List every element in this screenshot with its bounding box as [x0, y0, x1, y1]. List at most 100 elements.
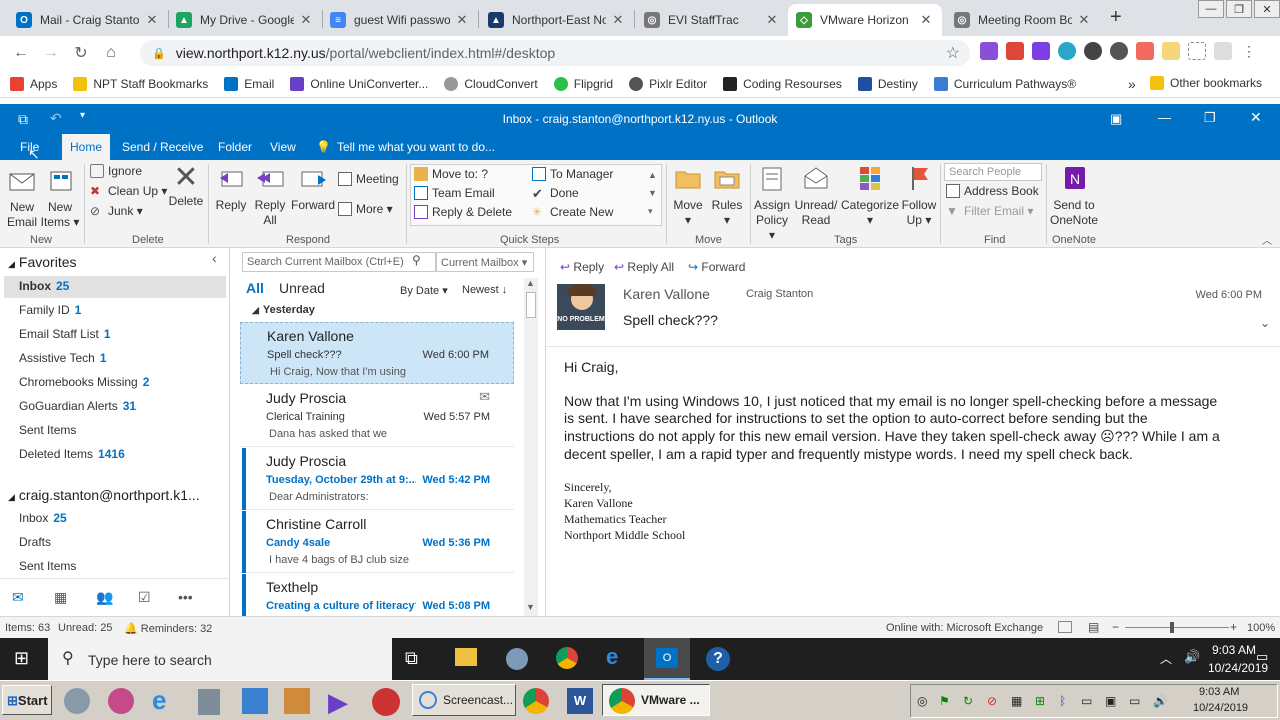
extension-icon[interactable]	[1136, 42, 1154, 60]
bookmark-apps[interactable]: Apps	[10, 76, 57, 91]
reading-view-icon[interactable]: ▤	[1088, 620, 1099, 634]
ie-icon[interactable]: e	[152, 685, 166, 716]
group-header-yesterday[interactable]: ◢ Yesterday	[252, 304, 315, 316]
qr-extension-icon[interactable]	[1214, 42, 1232, 60]
tray-icon[interactable]: ⊞	[1035, 694, 1045, 708]
bookmark-star-icon[interactable]: ☆	[946, 43, 960, 63]
collapse-pane-icon[interactable]: ‹	[212, 250, 217, 266]
rules-button[interactable]: Rules ▾	[708, 164, 746, 228]
account-folder-inbox[interactable]: Inbox 25	[19, 511, 67, 525]
new-items-button[interactable]: New Items ▾	[40, 166, 80, 230]
network-icon[interactable]: ▣	[1105, 694, 1116, 708]
filter-email-button[interactable]: ▼ Filter Email ▾	[946, 204, 1033, 218]
tab-folder[interactable]: Folder	[210, 134, 260, 160]
zoom-out-icon[interactable]: −	[1112, 620, 1119, 634]
bookmark-pixlr[interactable]: Pixlr Editor	[629, 76, 707, 91]
status-reminders[interactable]: 🔔 Reminders: 32	[124, 622, 212, 635]
bookmark-uniconverter[interactable]: Online UniConverter...	[290, 76, 428, 91]
folder-family-id[interactable]: Family ID 1	[19, 303, 81, 317]
tray-icon[interactable]: ▦	[1011, 694, 1022, 708]
close-tab-icon[interactable]: ✕	[454, 12, 470, 28]
bookmark-email[interactable]: Email	[224, 76, 274, 91]
screencast-taskbar-button[interactable]: Screencast...	[412, 684, 516, 716]
media-icon[interactable]: ▶	[328, 687, 348, 718]
categorize-button[interactable]: Categorize ▾	[840, 164, 900, 228]
reload-icon[interactable]: ↻	[66, 43, 96, 63]
host-clock-date[interactable]: 10/24/2019	[1193, 702, 1248, 714]
address-bar[interactable]: 🔒 view.northport.k12.ny.us/portal/webcli…	[140, 40, 970, 66]
close-tab-icon[interactable]: ✕	[1076, 12, 1092, 28]
windows-start-icon[interactable]: ⊞	[14, 648, 29, 669]
show-hidden-icons[interactable]: ︿	[1160, 650, 1172, 667]
help-icon[interactable]: ?	[706, 647, 730, 671]
browser-tab[interactable]: ◎ EVI StaffTrac ✕	[636, 4, 788, 36]
ie-icon[interactable]: e	[606, 644, 618, 670]
customize-toolbar-icon[interactable]: ▾	[80, 110, 85, 121]
host-clock-time[interactable]: 9:03 AM	[1199, 686, 1239, 698]
start-button[interactable]: ⊞Start	[2, 685, 52, 715]
tray-icon[interactable]: ◎	[917, 694, 927, 708]
move-button[interactable]: Move ▾	[670, 164, 706, 228]
reply-button[interactable]: Reply	[212, 164, 250, 213]
snipping-tool-icon[interactable]	[506, 648, 528, 670]
reply-all-button[interactable]: Reply All	[250, 164, 290, 228]
notepad-icon[interactable]	[242, 688, 268, 714]
collapse-ribbon-icon[interactable]: ︿	[1262, 232, 1272, 247]
folder-email-staff-list[interactable]: Email Staff List 1	[19, 327, 111, 341]
folder-chromebooks-missing[interactable]: Chromebooks Missing 2	[19, 375, 149, 389]
search-mailbox-input[interactable]: Search Current Mailbox (Ctrl+E)	[242, 252, 436, 272]
tray-icon[interactable]: ▭	[1129, 694, 1140, 708]
filter-unread[interactable]: Unread	[279, 280, 325, 296]
zoom-level[interactable]: 100%	[1247, 622, 1275, 634]
forward-button[interactable]: Forward	[290, 164, 336, 213]
notifications-icon[interactable]: ▭	[1256, 649, 1268, 665]
ribbon-display-icon[interactable]: ▣	[1110, 111, 1122, 127]
reading-forward-button[interactable]: ↪ Forward	[688, 260, 745, 274]
quick-step-create-new[interactable]: ✳ Create New	[532, 205, 613, 219]
other-bookmarks[interactable]: Other bookmarks	[1150, 76, 1262, 90]
browser-tab-active[interactable]: ◇ VMware Horizon ✕	[788, 4, 942, 36]
people-icon[interactable]: 👥	[96, 589, 113, 606]
reading-reply-button[interactable]: ↩ Reply	[560, 260, 604, 274]
close-tab-icon[interactable]: ✕	[298, 12, 314, 28]
bookmark-destiny[interactable]: Destiny	[857, 76, 918, 91]
search-scope-dropdown[interactable]: Current Mailbox ▾	[436, 252, 534, 272]
bookmark-npt-staff[interactable]: NPT Staff Bookmarks	[73, 76, 208, 91]
app-icon[interactable]	[284, 688, 310, 714]
tray-icon[interactable]: ⊘	[987, 694, 997, 708]
zoom-slider[interactable]	[1125, 627, 1229, 628]
send-to-onenote-button[interactable]: N Send to OneNote	[1048, 164, 1100, 228]
undo-icon[interactable]: ↶	[50, 110, 62, 127]
message-item-selected[interactable]: Karen Vallone Spell check??? Wed 6:00 PM…	[240, 322, 514, 384]
sort-by-date[interactable]: By Date ▾	[400, 284, 448, 297]
mail-icon[interactable]: ✉	[12, 589, 24, 606]
outlook-taskbar-button[interactable]: O	[644, 638, 690, 680]
snipping-tool-icon[interactable]	[64, 688, 90, 714]
bluetooth-icon[interactable]: ᛒ	[1059, 694, 1066, 708]
back-icon[interactable]: ←	[6, 44, 36, 62]
bookmark-coding[interactable]: Coding Resourses	[723, 76, 842, 91]
task-view-icon[interactable]: ⧉	[405, 648, 418, 669]
minimize-icon[interactable]: —	[1158, 110, 1171, 125]
folder-sent-items[interactable]: Sent Items	[19, 423, 76, 437]
follow-up-button[interactable]: Follow Up ▾	[900, 164, 938, 228]
zoom-thumb[interactable]	[1170, 622, 1174, 633]
tasks-icon[interactable]: ☑	[138, 589, 151, 606]
bookmark-cloudconvert[interactable]: CloudConvert	[444, 76, 538, 91]
folder-deleted-items[interactable]: Deleted Items 1416	[19, 447, 125, 461]
extension-icon[interactable]	[980, 42, 998, 60]
bookmark-curriculum[interactable]: Curriculum Pathways®	[933, 76, 1076, 91]
home-icon[interactable]: ⌂	[96, 44, 126, 62]
assign-policy-button[interactable]: Assign Policy ▾	[752, 164, 792, 243]
ignore-button[interactable]: Ignore	[90, 164, 142, 178]
menu-dots-icon[interactable]: ⋮	[1240, 42, 1258, 60]
more-bookmarks-button[interactable]: »	[1128, 76, 1136, 92]
meeting-button[interactable]: Meeting	[338, 172, 399, 186]
calendar-icon[interactable]: ▦	[54, 589, 67, 606]
minimize-icon[interactable]: —	[1198, 0, 1224, 18]
tab-home[interactable]: Home	[62, 134, 111, 160]
restore-icon[interactable]: ❐	[1226, 0, 1252, 18]
extension-icon[interactable]	[1084, 42, 1102, 60]
address-book-button[interactable]: Address Book	[946, 184, 1039, 198]
tab-send-receive[interactable]: Send / Receive	[114, 134, 211, 160]
